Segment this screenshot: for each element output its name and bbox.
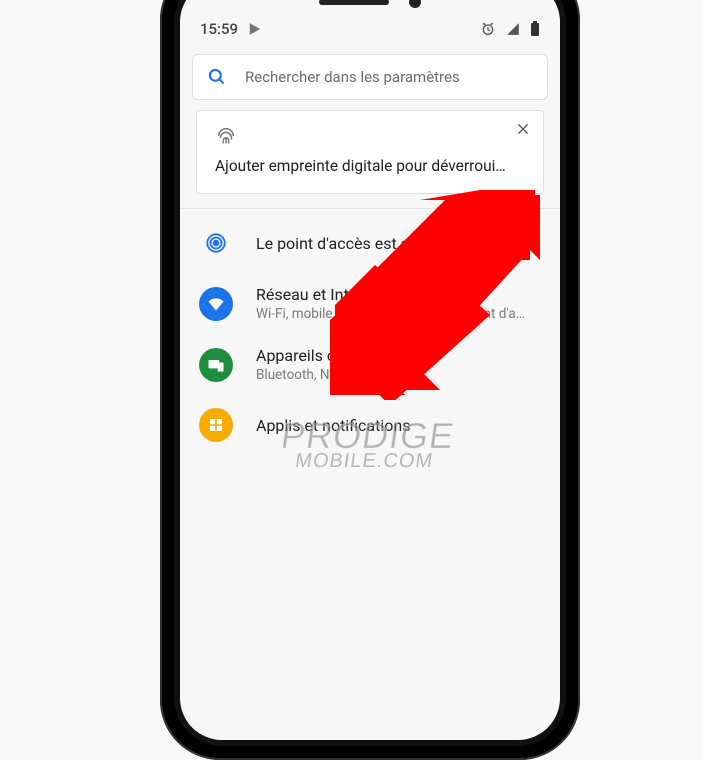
- watermark-line1: PRODIGE: [279, 420, 457, 452]
- notch: [319, 0, 421, 8]
- settings-item-subtitle: Bluetooth, NFC: [256, 367, 542, 383]
- watermark-line2: MOBILE.COM: [276, 452, 452, 470]
- screen: 15:59: [180, 0, 560, 740]
- settings-item-title: Appareils connectés: [256, 346, 542, 365]
- hotspot-status-row[interactable]: Le point d'accès est actif: [180, 213, 560, 273]
- settings-item-connected-devices[interactable]: Appareils connectés Bluetooth, NFC: [180, 334, 560, 395]
- search-placeholder: Rechercher dans les paramètres: [245, 68, 460, 86]
- alarm-icon: [480, 21, 496, 37]
- play-store-icon: [248, 22, 262, 36]
- hotspot-icon: [205, 232, 227, 254]
- search-icon: [207, 67, 227, 87]
- search-input[interactable]: Rechercher dans les paramètres: [192, 54, 548, 100]
- apps-icon: [199, 408, 233, 442]
- front-camera: [409, 0, 421, 8]
- settings-item-network[interactable]: Réseau et Internet Wi-Fi, mobile, conso.…: [180, 273, 560, 334]
- suggestion-text: Ajouter empreinte digitale pour déverrou…: [215, 157, 507, 175]
- phone-rim: 15:59: [174, 0, 566, 746]
- divider: [180, 208, 560, 209]
- close-icon[interactable]: [515, 121, 531, 137]
- hotspot-title: Le point d'accès est actif: [256, 234, 502, 253]
- watermark: PRODIGE MOBILE.COM: [276, 420, 456, 470]
- chevron-down-icon[interactable]: [524, 234, 542, 252]
- wifi-icon: [199, 287, 233, 321]
- settings-item-title: Réseau et Internet: [256, 285, 542, 304]
- fingerprint-icon: [215, 125, 507, 147]
- settings-item-subtitle: Wi-Fi, mobile, conso. des données, point…: [256, 306, 542, 322]
- battery-icon: [530, 21, 540, 37]
- cellular-icon: [506, 22, 520, 36]
- devices-icon: [199, 348, 233, 382]
- phone-frame: 15:59: [160, 0, 580, 760]
- status-time: 15:59: [200, 20, 238, 38]
- fingerprint-suggestion-card[interactable]: Ajouter empreinte digitale pour déverrou…: [196, 110, 544, 194]
- speaker-slot: [319, 0, 389, 5]
